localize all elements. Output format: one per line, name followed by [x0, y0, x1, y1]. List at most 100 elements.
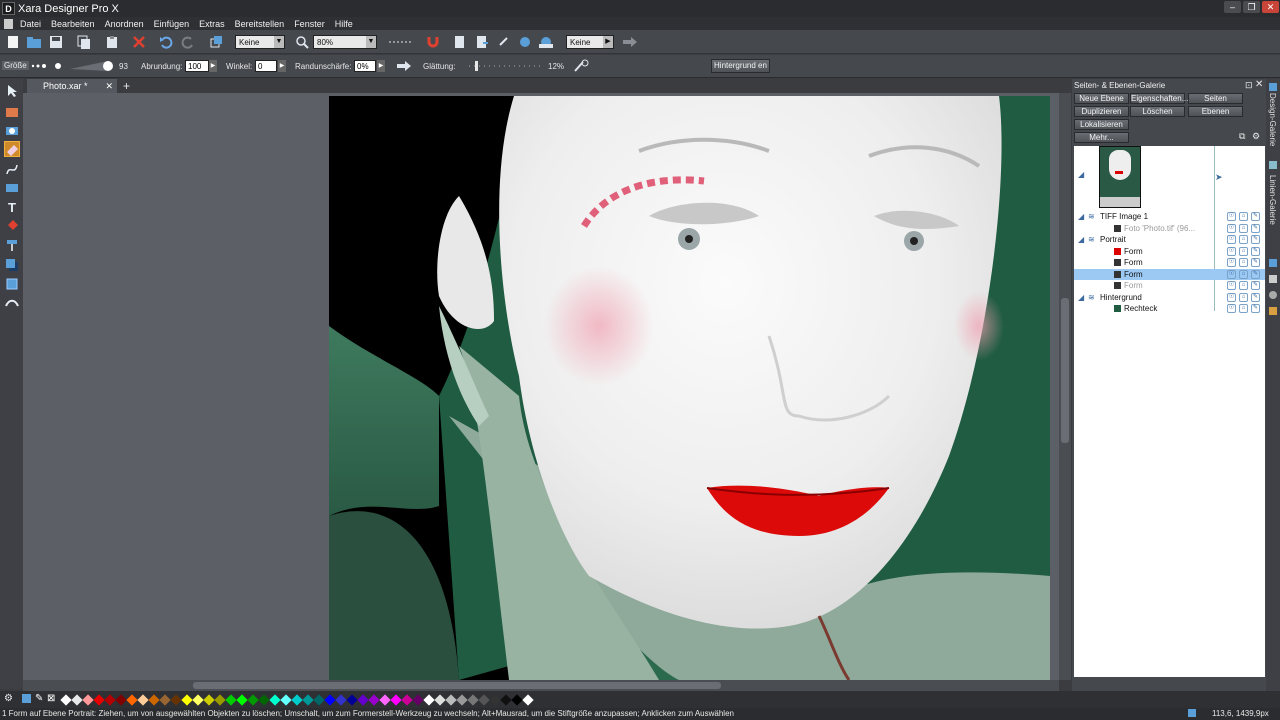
visibility-icon[interactable]: ☉	[1227, 212, 1236, 221]
color-swatch[interactable]	[258, 694, 270, 706]
object-row[interactable]: Form ☉ ⌂ ✎	[1074, 268, 1265, 280]
export-icon[interactable]	[474, 34, 490, 50]
brush-size-dots-icon[interactable]	[30, 58, 66, 74]
portrait-photo[interactable]	[329, 96, 1050, 680]
visibility-icon[interactable]: ☉	[1227, 223, 1236, 233]
lock-icon[interactable]: ⌂	[1239, 292, 1248, 302]
color-swatch[interactable]	[280, 694, 292, 706]
menu-help[interactable]: Hilfe	[330, 19, 358, 29]
gear-icon[interactable]: ⚙	[1252, 131, 1260, 142]
visibility-icon[interactable]: ☉	[1227, 246, 1236, 256]
color-swatch[interactable]	[236, 694, 248, 706]
fill-gallery-icon[interactable]	[1269, 275, 1277, 283]
color-swatch[interactable]	[434, 694, 446, 706]
scroll-up-arrow-icon[interactable]	[1062, 95, 1068, 101]
open-folder-icon[interactable]	[26, 34, 42, 50]
color-swatch[interactable]	[379, 694, 391, 706]
line-gallery-icon[interactable]	[1269, 161, 1277, 169]
visibility-icon[interactable]: ☉	[1227, 235, 1236, 244]
quality-combo[interactable]: Keine ▶	[566, 35, 614, 49]
menu-window[interactable]: Fenster	[289, 19, 330, 29]
expand-triangle-icon[interactable]: ◢	[1078, 292, 1084, 303]
color-swatch[interactable]	[126, 694, 138, 706]
lock-icon[interactable]: ⌂	[1239, 212, 1248, 221]
publish-icon[interactable]	[538, 34, 554, 50]
edit-icon[interactable]: ✎	[1251, 269, 1260, 279]
selector-tool-icon[interactable]	[4, 83, 20, 99]
web-preview-icon[interactable]	[517, 34, 533, 50]
palette-menu-icon[interactable]: ⚙	[4, 693, 13, 704]
camera-tool-icon[interactable]	[4, 122, 20, 138]
visibility-icon[interactable]: ☉	[1227, 292, 1236, 302]
shadow-tool-icon[interactable]	[4, 257, 20, 273]
close-icon[interactable]: ✕	[1255, 79, 1263, 90]
color-swatch[interactable]	[104, 694, 116, 706]
color-swatch[interactable]	[203, 694, 215, 706]
edge-softness-input[interactable]: 0%	[354, 60, 376, 72]
fill-tool-icon[interactable]	[4, 218, 20, 234]
color-swatch[interactable]	[291, 694, 303, 706]
duplicate-button[interactable]: Duplizieren	[1074, 106, 1129, 117]
color-editor-icon[interactable]	[22, 694, 31, 703]
color-swatch[interactable]	[478, 694, 490, 706]
redo-icon[interactable]	[180, 34, 196, 50]
delete-icon[interactable]	[131, 34, 147, 50]
color-swatch[interactable]	[511, 694, 523, 706]
drawing-canvas[interactable]: +	[23, 93, 1059, 680]
lock-icon[interactable]: ⌂	[1239, 246, 1248, 256]
rounding-spin-button[interactable]: ▶	[209, 60, 217, 72]
color-swatch[interactable]	[324, 694, 336, 706]
color-swatch[interactable]	[412, 694, 424, 706]
color-swatch[interactable]	[467, 694, 479, 706]
background-erase-button[interactable]: Hintergrund en	[711, 59, 770, 73]
color-swatch[interactable]	[93, 694, 105, 706]
edge-softness-spin-button[interactable]: ▶	[377, 60, 385, 72]
save-icon[interactable]	[48, 34, 64, 50]
undo-icon[interactable]	[158, 34, 174, 50]
edit-icon[interactable]: ✎	[1251, 235, 1260, 244]
color-swatch[interactable]	[522, 694, 534, 706]
layer-row[interactable]: ◢ ≋ TIFF Image 1 ☉ ⌂ ✎	[1074, 211, 1265, 222]
menu-insert[interactable]: Einfügen	[149, 19, 195, 29]
layer-row[interactable]: ◢ ≋ Portrait ☉ ⌂ ✎	[1074, 234, 1265, 245]
rounding-input[interactable]: 100	[185, 60, 209, 72]
snap-grid-icon[interactable]	[388, 34, 414, 50]
menu-edit[interactable]: Bearbeiten	[46, 19, 100, 29]
eyedropper-icon[interactable]: ✎	[35, 693, 43, 704]
color-swatch[interactable]	[423, 694, 435, 706]
close-window-button[interactable]: ✕	[1262, 1, 1279, 13]
lock-icon[interactable]: ⌂	[1239, 223, 1248, 233]
layer-gallery-icon[interactable]	[1269, 259, 1277, 267]
layers-button[interactable]: Ebenen	[1188, 106, 1243, 117]
horizontal-scroll-thumb[interactable]	[193, 682, 721, 689]
new-document-icon[interactable]	[5, 34, 21, 50]
object-row[interactable]: Rechteck ☉ ⌂ ✎	[1074, 303, 1265, 314]
document-icon[interactable]	[4, 18, 13, 29]
import-icon[interactable]	[452, 34, 468, 50]
more-button[interactable]: Mehr...	[1074, 132, 1129, 143]
edit-icon[interactable]: ✎	[1251, 292, 1260, 302]
arrow-right-icon[interactable]	[622, 34, 638, 50]
lock-icon[interactable]: ⌂	[1239, 304, 1248, 313]
properties-button[interactable]: Eigenschaften...	[1130, 93, 1188, 104]
color-swatch[interactable]	[214, 694, 226, 706]
color-swatch[interactable]	[71, 694, 83, 706]
color-swatch[interactable]	[368, 694, 380, 706]
link-icon[interactable]	[496, 34, 512, 50]
horizontal-scrollbar[interactable]	[23, 680, 1059, 691]
zoom-tool-icon[interactable]	[294, 34, 310, 50]
menu-arrange[interactable]: Anordnen	[100, 19, 149, 29]
rectangle-tool-icon[interactable]	[4, 180, 20, 196]
delete-button[interactable]: Löschen	[1130, 106, 1185, 117]
smoothing-slider[interactable]	[467, 58, 545, 74]
color-swatch[interactable]	[159, 694, 171, 706]
lock-icon[interactable]: ⌂	[1239, 235, 1248, 244]
bevel-tool-icon[interactable]	[4, 276, 20, 292]
expand-triangle-icon[interactable]: ◢	[1078, 211, 1084, 222]
zoom-combo[interactable]: 80% ▼	[313, 35, 377, 49]
angle-input[interactable]: 0	[255, 60, 277, 72]
paste-icon[interactable]	[104, 34, 120, 50]
line-gallery-tab[interactable]: Linien-Galerie	[1268, 175, 1277, 225]
color-swatch[interactable]	[82, 694, 94, 706]
lock-icon[interactable]: ⌂	[1239, 281, 1248, 290]
